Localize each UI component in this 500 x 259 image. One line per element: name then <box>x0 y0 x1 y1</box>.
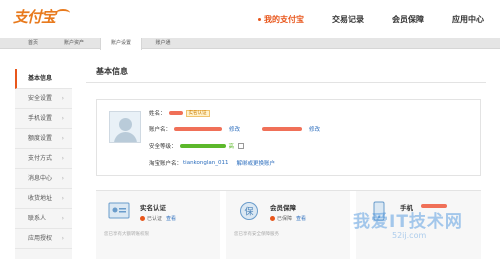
sidebar-item-label: 手机设置 <box>28 115 53 122</box>
subnav-account-pass[interactable]: 账户通 <box>147 38 179 49</box>
sidebar-item-label: 消息中心 <box>28 175 53 182</box>
security-level-bar <box>179 144 226 148</box>
avatar-body-icon <box>114 132 137 142</box>
subnav-assets[interactable]: 账户资产 <box>54 38 94 49</box>
sub-nav: 首页 账户资产 账户设置 账户通 <box>0 38 500 50</box>
card-status-text: 已保障 <box>277 216 293 222</box>
security-row: 安全等级： 高 <box>149 142 245 150</box>
chevron-right-icon: › <box>61 215 64 222</box>
subnav-settings[interactable]: 账户设置 <box>100 38 142 50</box>
chevron-right-icon: › <box>61 195 64 202</box>
sidebar-item-label: 额度设置 <box>28 135 53 142</box>
chevron-right-icon: › <box>61 95 64 102</box>
taobao-row: 淘宝账户名： tiankonglan_011 解绑或更换账户 <box>149 159 275 167</box>
nav-app-center[interactable]: 应用中心 <box>452 14 484 25</box>
alipay-logo[interactable]: 支付宝 <box>13 6 71 26</box>
nav-my-alipay[interactable]: 我的支付宝 <box>258 14 304 25</box>
card-status-text: 已认证 <box>147 216 163 222</box>
sidebar-item-label: 联系人 <box>28 215 47 222</box>
sidebar: 基本信息 安全设置 › 手机设置 › 额度设置 › 支付方式 › 消息中心 › 收货地址 ›… <box>15 69 72 259</box>
header: 支付宝 我的支付宝 交易记录 会员保障 应用中心 <box>0 0 500 38</box>
card-desc: 您已享有安全保障服务 <box>234 232 279 237</box>
security-label: 安全等级： <box>149 144 177 150</box>
top-nav: 我的支付宝 交易记录 会员保障 应用中心 <box>258 14 500 25</box>
verified-badge: 实名认证 <box>185 109 210 117</box>
sidebar-item-security[interactable]: 安全设置 › <box>15 89 72 109</box>
card-status: 已认证 查看 <box>140 215 176 222</box>
sidebar-item-label: 安全设置 <box>28 95 53 102</box>
status-dot-icon <box>140 216 145 221</box>
divider <box>86 82 486 83</box>
nav-label: 交易记录 <box>332 15 364 24</box>
chevron-right-icon: › <box>61 155 64 162</box>
svg-text:保: 保 <box>244 206 253 218</box>
chevron-right-icon: › <box>61 175 64 182</box>
sidebar-item-messages[interactable]: 消息中心 › <box>15 169 72 189</box>
chevron-right-icon: › <box>61 135 64 142</box>
unbind-link[interactable]: 解绑或更换账户 <box>237 159 276 167</box>
card-view-link[interactable]: 查看 <box>166 215 176 222</box>
id-card-icon <box>108 202 130 219</box>
active-dot-icon <box>258 18 261 21</box>
redacted-account <box>174 127 223 131</box>
redacted-name <box>168 111 183 115</box>
sidebar-item-contacts[interactable]: 联系人 › <box>15 209 72 229</box>
taobao-label: 淘宝账户名： <box>149 161 183 167</box>
sidebar-item-label: 基本信息 <box>28 75 53 82</box>
sidebar-item-phone[interactable]: 手机设置 › <box>15 109 72 129</box>
card-real-name[interactable]: 实名认证 已认证 查看 您已享有大额转账权限 <box>96 191 220 259</box>
chevron-right-icon: › <box>61 115 64 122</box>
card-title: 会员保障 <box>270 204 296 212</box>
watermark-text: 我爱IT技术网 <box>353 212 463 232</box>
logo-swoosh-icon <box>56 9 71 17</box>
nav-transactions[interactable]: 交易记录 <box>332 14 364 25</box>
shield-icon: 保 <box>240 202 258 220</box>
name-row: 姓名： 实名认证 <box>149 109 210 117</box>
avatar-head-icon <box>119 118 132 131</box>
modify-account-link[interactable]: 修改 <box>229 125 240 133</box>
name-label: 姓名： <box>149 111 166 117</box>
sidebar-item-label: 收货地址 <box>28 195 53 202</box>
calendar-icon[interactable] <box>238 143 245 149</box>
sidebar-item-address[interactable]: 收货地址 › <box>15 189 72 209</box>
card-status: 已保障 查看 <box>270 215 306 222</box>
card-member-protection[interactable]: 保 会员保障 已保障 查看 您已享有安全保障服务 <box>226 191 350 259</box>
security-level-value: 高 <box>228 144 235 150</box>
account-row: 账户名： 修改 修改 <box>149 125 320 133</box>
chevron-right-icon: › <box>61 235 64 242</box>
page-title: 基本信息 <box>96 67 128 76</box>
nav-label: 会员保障 <box>392 15 424 24</box>
status-dot-icon <box>270 216 275 221</box>
account-label: 账户名： <box>149 127 172 133</box>
logo-text: 支付宝 <box>13 7 56 26</box>
sidebar-item-app-auth[interactable]: 应用授权 › <box>15 229 72 249</box>
nav-label: 应用中心 <box>452 15 484 24</box>
card-view-link[interactable]: 查看 <box>296 215 306 222</box>
nav-member-protection[interactable]: 会员保障 <box>392 14 424 25</box>
sidebar-item-basic-info[interactable]: 基本信息 <box>15 69 72 89</box>
taobao-account-link[interactable]: tiankonglan_011 <box>183 160 229 166</box>
sidebar-item-label: 支付方式 <box>28 155 53 162</box>
sidebar-item-payment[interactable]: 支付方式 › <box>15 149 72 169</box>
redacted-email <box>262 127 303 131</box>
card-desc: 您已享有大额转账权限 <box>104 232 149 237</box>
nav-label: 我的支付宝 <box>264 15 304 24</box>
modify-email-link[interactable]: 修改 <box>309 125 320 133</box>
avatar[interactable] <box>109 111 141 143</box>
card-title: 实名认证 <box>140 204 166 212</box>
subnav-home[interactable]: 首页 <box>18 38 48 49</box>
sidebar-item-limits[interactable]: 额度设置 › <box>15 129 72 149</box>
watermark-url: 52ij.com <box>392 231 427 240</box>
sidebar-item-label: 应用授权 <box>28 235 53 242</box>
profile-panel: 姓名： 实名认证 账户名： 修改 修改 安全等级： 高 淘宝账户名： tiank… <box>96 99 481 176</box>
